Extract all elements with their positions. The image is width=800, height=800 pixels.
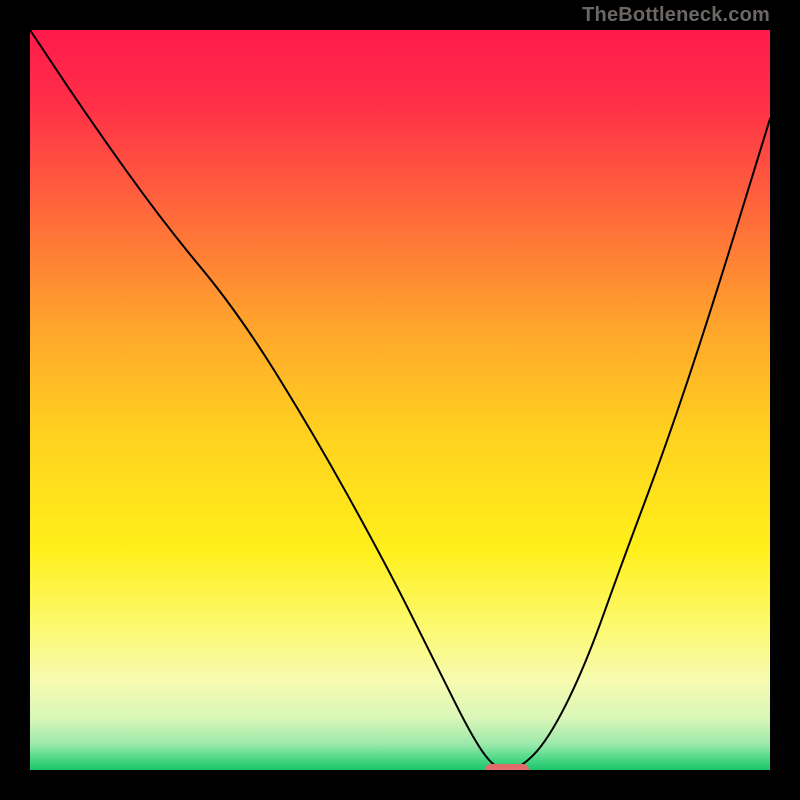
chart-frame: TheBottleneck.com (0, 0, 800, 800)
watermark-text: TheBottleneck.com (582, 4, 770, 27)
bottleneck-curve (30, 30, 770, 770)
optimal-point-marker (485, 764, 529, 770)
plot-area (30, 30, 770, 770)
